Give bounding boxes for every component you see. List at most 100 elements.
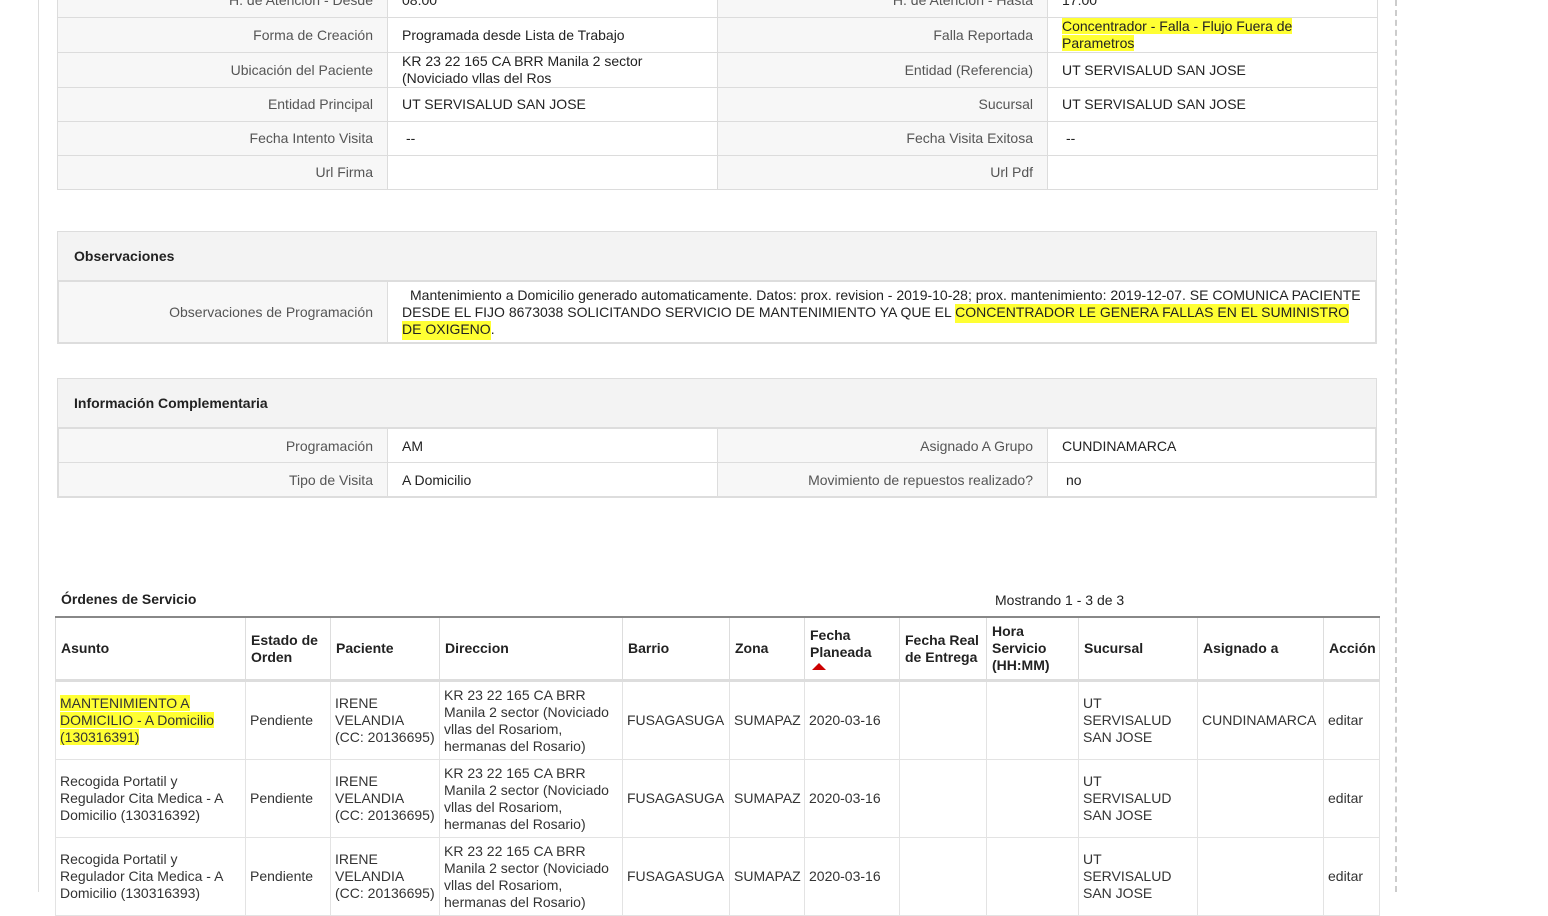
cell-paciente: IRENE VELANDIA (CC: 20136695): [330, 759, 440, 838]
cell-direccion: KR 23 22 165 CA BRR Manila 2 sector (Nov…: [439, 759, 623, 838]
col-header-fecha-planeada[interactable]: Fecha Planeada: [804, 617, 900, 682]
fecha-planeada-label: Fecha Planeada: [810, 627, 872, 660]
detail-value: KR 23 22 165 CA BRR Manila 2 sector (Nov…: [387, 52, 718, 88]
cell-accion: editar: [1323, 759, 1380, 838]
cell-estado: Pendiente: [245, 680, 331, 760]
info-table: Programación AM Asignado A Grupo CUNDINA…: [58, 428, 1376, 497]
detail-label: Entidad (Referencia): [717, 52, 1048, 88]
info-label: Movimiento de repuestos realizado?: [717, 462, 1048, 497]
col-header-asunto[interactable]: Asunto: [55, 617, 246, 682]
col-header-estado[interactable]: Estado de Orden: [245, 617, 331, 682]
col-header-paciente[interactable]: Paciente: [330, 617, 440, 682]
edit-link[interactable]: editar: [1328, 790, 1363, 806]
info-value: CUNDINAMARCA: [1047, 428, 1376, 463]
col-header-hora[interactable]: Hora Servicio (HH:MM): [986, 617, 1079, 682]
detail-row: Forma de Creación Programada desde Lista…: [57, 17, 1378, 53]
sort-ascending-icon[interactable]: [812, 663, 826, 670]
cell-asunto: MANTENIMIENTO A DOMICILIO - A Domicilio …: [55, 680, 246, 760]
edit-link[interactable]: editar: [1328, 712, 1363, 728]
detail-value: 17:00: [1047, 0, 1378, 18]
detail-label: Sucursal: [717, 87, 1048, 122]
col-header-direccion[interactable]: Direccion: [439, 617, 623, 682]
col-header-sucursal[interactable]: Sucursal: [1078, 617, 1198, 682]
cell-fecha-real: [899, 680, 987, 760]
detail-row: Entidad Principal UT SERVISALUD SAN JOSE…: [57, 87, 1378, 122]
cell-asignado: [1197, 759, 1324, 838]
observaciones-title: Observaciones: [58, 232, 1376, 281]
detail-label: Url Firma: [57, 155, 388, 190]
orders-table: Asunto Estado de Orden Paciente Direccio…: [55, 616, 1380, 916]
asunto-text: MANTENIMIENTO A DOMICILIO - A Domicilio …: [60, 695, 215, 745]
orders-pagination-count: Mostrando 1 - 3 de 3: [995, 592, 1125, 608]
info-value: A Domicilio: [387, 462, 718, 497]
cell-fecha: 2020-03-16: [804, 837, 900, 916]
info-label: Asignado A Grupo: [717, 428, 1048, 463]
detail-label: Ubicación del Paciente: [57, 52, 388, 88]
cell-barrio: FUSAGASUGA: [622, 837, 730, 916]
observaciones-panel: Observaciones Observaciones de Programac…: [57, 231, 1377, 344]
table-row: Recogida Portatil y Regulador Cita Medic…: [55, 759, 1380, 838]
info-value: AM: [387, 428, 718, 463]
cell-asignado: [1197, 837, 1324, 916]
detail-value: [387, 155, 718, 190]
detail-value: --: [1047, 121, 1378, 156]
cell-accion: editar: [1323, 837, 1380, 916]
detail-value: Programada desde Lista de Trabajo: [387, 17, 718, 53]
col-header-zona[interactable]: Zona: [729, 617, 805, 682]
detail-row: Fecha Intento Visita -- Fecha Visita Exi…: [57, 121, 1378, 156]
detail-label: Falla Reportada: [717, 17, 1048, 53]
table-row: MANTENIMIENTO A DOMICILIO - A Domicilio …: [55, 680, 1380, 760]
cell-fecha-real: [899, 837, 987, 916]
observaciones-table: Observaciones de Programación Mantenimie…: [58, 281, 1376, 343]
info-label: Tipo de Visita: [58, 462, 388, 497]
detail-label: Entidad Principal: [57, 87, 388, 122]
obs-end: .: [490, 320, 495, 337]
detail-row: Url Firma Url Pdf: [57, 155, 1378, 190]
cell-hora: [986, 680, 1079, 760]
detail-label: H. de Atención - Hasta: [717, 0, 1048, 18]
info-complementaria-panel: Información Complementaria Programación …: [57, 378, 1377, 498]
info-value: no: [1047, 462, 1376, 497]
edit-link[interactable]: editar: [1328, 868, 1363, 884]
detail-label: H. de Atención - Desde: [57, 0, 388, 18]
left-border: [38, 0, 39, 892]
cell-zona: SUMAPAZ: [729, 680, 805, 760]
detail-value: UT SERVISALUD SAN JOSE: [387, 87, 718, 122]
col-header-accion: Acción: [1323, 617, 1380, 682]
observaciones-text: Mantenimiento a Domicilio generado autom…: [387, 281, 1376, 343]
detail-value: UT SERVISALUD SAN JOSE: [1047, 87, 1378, 122]
detail-row: Ubicación del Paciente KR 23 22 165 CA B…: [57, 52, 1378, 88]
cell-estado: Pendiente: [245, 837, 331, 916]
detail-value: --: [387, 121, 718, 156]
cell-direccion: KR 23 22 165 CA BRR Manila 2 sector (Nov…: [439, 837, 623, 916]
cell-hora: [986, 837, 1079, 916]
cell-fecha-real: [899, 759, 987, 838]
table-row: Recogida Portatil y Regulador Cita Medic…: [55, 837, 1380, 916]
order-details-table: H. de Atención - Desde 08:00 H. de Atenc…: [57, 0, 1378, 190]
cell-fecha: 2020-03-16: [804, 680, 900, 760]
cell-direccion: KR 23 22 165 CA BRR Manila 2 sector (Nov…: [439, 680, 623, 760]
cell-asunto: Recogida Portatil y Regulador Cita Medic…: [55, 837, 246, 916]
detail-value: [1047, 155, 1378, 190]
info-label: Programación: [58, 428, 388, 463]
cell-sucursal: UT SERVISALUD SAN JOSE: [1078, 680, 1198, 760]
detail-row: H. de Atención - Desde 08:00 H. de Atenc…: [57, 0, 1378, 18]
col-header-asignado[interactable]: Asignado a: [1197, 617, 1324, 682]
cell-barrio: FUSAGASUGA: [622, 759, 730, 838]
cell-estado: Pendiente: [245, 759, 331, 838]
cell-sucursal: UT SERVISALUD SAN JOSE: [1078, 837, 1198, 916]
col-header-fecha-real[interactable]: Fecha Real de Entrega: [899, 617, 987, 682]
right-dashed-border: [1395, 0, 1397, 892]
cell-hora: [986, 759, 1079, 838]
col-header-barrio[interactable]: Barrio: [622, 617, 730, 682]
observaciones-label: Observaciones de Programación: [58, 281, 388, 343]
detail-value-falla: Concentrador - Falla - Flujo Fuera de Pa…: [1047, 17, 1378, 53]
cell-zona: SUMAPAZ: [729, 759, 805, 838]
detail-value: UT SERVISALUD SAN JOSE: [1047, 52, 1378, 88]
cell-paciente: IRENE VELANDIA (CC: 20136695): [330, 837, 440, 916]
detail-value: 08:00: [387, 0, 718, 18]
info-title: Información Complementaria: [58, 379, 1376, 428]
cell-zona: SUMAPAZ: [729, 837, 805, 916]
detail-label: Url Pdf: [717, 155, 1048, 190]
detail-label: Fecha Visita Exitosa: [717, 121, 1048, 156]
